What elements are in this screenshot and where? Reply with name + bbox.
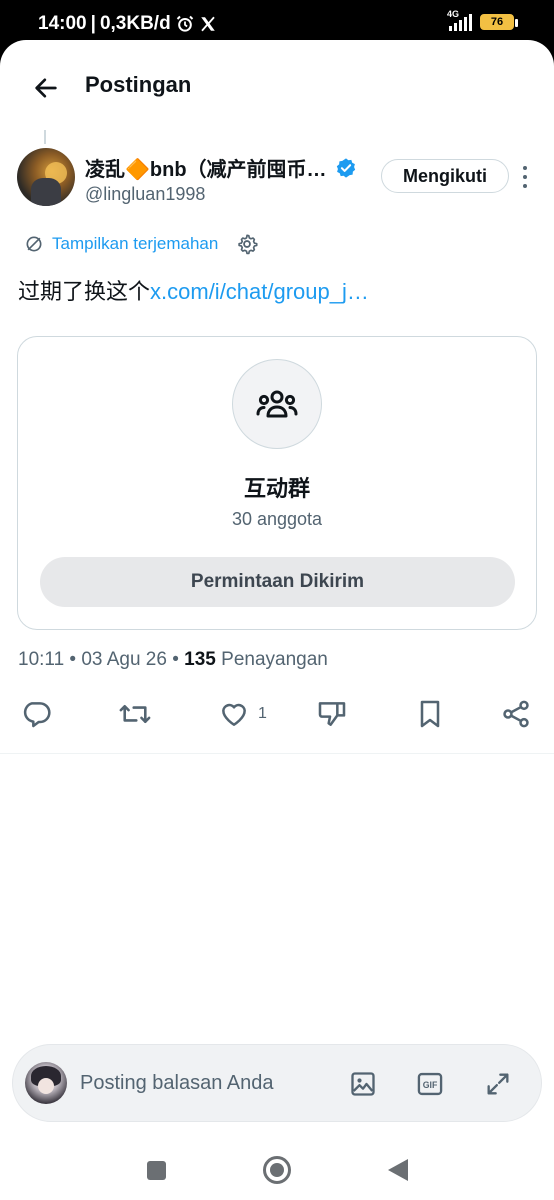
group-avatar: [232, 359, 322, 449]
status-net-speed: 0,3KB/d: [99, 13, 171, 34]
arrow-left-icon: [35, 78, 57, 98]
repost-button[interactable]: [117, 696, 153, 732]
heart-icon: [222, 703, 246, 726]
group-name: 互动群: [243, 476, 310, 501]
group-member-count: 30 anggota: [231, 509, 323, 529]
action-bar: 1: [0, 696, 554, 736]
battery-level: 76: [490, 16, 504, 28]
post-date: 03 Agu 26: [81, 649, 167, 670]
back-nav-button[interactable]: [378, 1150, 418, 1190]
status-right: 4G 76: [447, 9, 518, 31]
dislike-button[interactable]: [316, 696, 348, 732]
reply-button[interactable]: [20, 696, 52, 732]
reply-icon: [23, 702, 51, 728]
translate-row: Tampilkan terjemahan: [24, 233, 258, 255]
bookmark-button[interactable]: [414, 696, 446, 732]
home-button[interactable]: [257, 1150, 297, 1190]
signal-icon: 4G: [447, 9, 472, 31]
back-button[interactable]: [26, 68, 66, 108]
home-circle-icon: [263, 1156, 291, 1184]
image-icon[interactable]: [347, 1068, 379, 1100]
author-handle[interactable]: @lingluan1998: [85, 184, 205, 205]
more-options-icon[interactable]: [518, 164, 532, 190]
thread-line: [44, 130, 46, 144]
share-icon: [503, 700, 529, 728]
translate-icon: [26, 236, 42, 252]
meta-separator: •: [172, 649, 179, 670]
triangle-back-icon: [388, 1159, 408, 1181]
verified-badge-icon: [335, 157, 357, 179]
alarm-icon: [175, 14, 195, 34]
like-button[interactable]: 1: [218, 696, 267, 732]
post-text: 过期了换这个x.com/i/chat/group_j…: [18, 274, 369, 306]
meta-separator: •: [69, 649, 77, 670]
app-screen: Postingan 凌乱🔶bnb（减产前囤币… @lingluan1998 Me…: [0, 40, 554, 1200]
post-body: 过期了换这个: [18, 279, 151, 304]
show-translation-link[interactable]: Tampilkan terjemahan: [52, 234, 218, 254]
views-count: 135: [184, 649, 216, 670]
expand-icon[interactable]: [482, 1068, 514, 1100]
author-name-row[interactable]: 凌乱🔶bnb（减产前囤币…: [85, 153, 357, 182]
gif-icon[interactable]: GIF: [414, 1068, 446, 1100]
network-type: 4G: [447, 9, 460, 19]
status-left: 14:00 | 0,3KB/d: [38, 13, 217, 35]
status-time: 14:00: [38, 13, 87, 34]
header: Postingan: [0, 40, 554, 130]
svg-text:GIF: GIF: [423, 1080, 438, 1090]
author-avatar[interactable]: [17, 148, 75, 206]
group-chat-card[interactable]: 互动群 30 anggota Permintaan Dikirim: [17, 336, 537, 630]
system-nav-bar: [0, 1140, 554, 1200]
my-avatar: [25, 1062, 67, 1104]
share-button[interactable]: [500, 696, 532, 732]
post-time: 10:11: [18, 649, 65, 670]
bookmark-icon: [420, 700, 440, 728]
gear-icon[interactable]: [236, 233, 258, 255]
views-label: Penayangan: [221, 649, 328, 670]
like-count: 1: [258, 705, 267, 722]
status-separator: |: [90, 13, 96, 34]
group-icon: [256, 390, 298, 418]
author-display-name: 凌乱🔶bnb（减产前囤币…: [85, 159, 327, 181]
post-meta: 10:11 • 03 Agu 26 • 135 Penayangan: [18, 649, 328, 671]
repost-icon: [119, 704, 151, 723]
battery-icon: 76: [480, 14, 518, 30]
page-title: Postingan: [85, 72, 192, 97]
reply-composer[interactable]: Posting balasan Anda GIF: [12, 1044, 542, 1122]
x-logo-icon: [199, 15, 217, 33]
post-link[interactable]: x.com/i/chat/group_j…: [150, 279, 369, 304]
reply-input[interactable]: Posting balasan Anda: [80, 1072, 274, 1095]
recents-button[interactable]: [136, 1150, 176, 1190]
thumbs-down-icon: [318, 702, 346, 726]
request-sent-button[interactable]: Permintaan Dikirim: [40, 557, 515, 607]
following-button[interactable]: Mengikuti: [381, 159, 509, 193]
square-icon: [146, 1160, 166, 1180]
divider: [0, 753, 554, 754]
